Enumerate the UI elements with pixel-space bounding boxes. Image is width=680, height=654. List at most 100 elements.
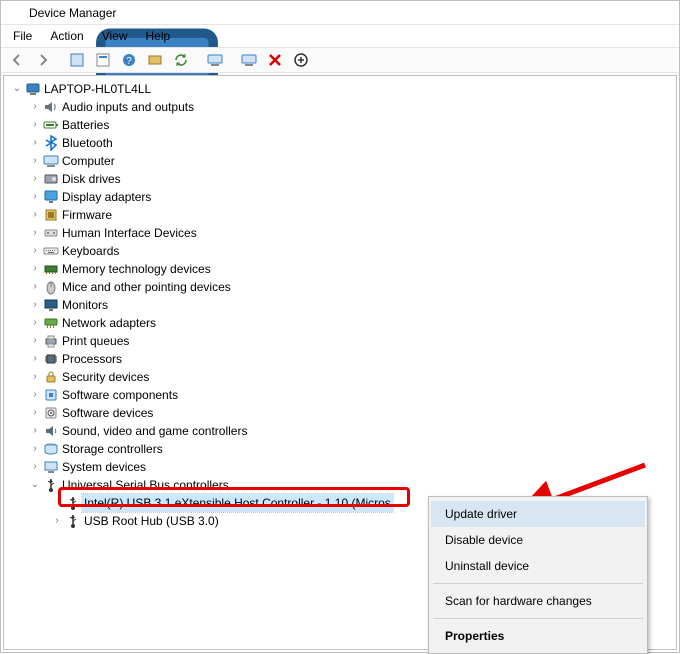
expand-arrow-icon[interactable]: › [28, 440, 42, 458]
keyboard-icon [42, 243, 60, 259]
tree-category[interactable]: ›Keyboards [6, 242, 676, 260]
usb-icon [64, 495, 82, 511]
bluetooth-icon [42, 135, 60, 151]
menu-view[interactable]: View [94, 27, 136, 45]
tree-category[interactable]: ›Processors [6, 350, 676, 368]
expand-arrow-icon[interactable]: › [50, 512, 64, 530]
memory-icon [42, 261, 60, 277]
ctx-properties[interactable]: Properties [431, 623, 645, 649]
uninstall-button[interactable] [237, 49, 261, 71]
tree-category[interactable]: › Network adapters [6, 314, 676, 332]
printer-icon [42, 333, 60, 349]
expand-arrow-icon[interactable]: › [28, 260, 42, 278]
expand-arrow-icon[interactable]: › [28, 332, 42, 350]
expand-arrow-icon[interactable]: › [28, 386, 42, 404]
tree-category[interactable]: › Security devices [6, 368, 676, 386]
toolbar-button-4[interactable] [143, 49, 167, 71]
tree-item-label: Display adapters [60, 188, 153, 206]
tree-category[interactable]: › Display adapters [6, 188, 676, 206]
svg-text:?: ? [126, 56, 132, 67]
tree-root-computer[interactable]: ⌄ LAPTOP-HL0TL4LL [6, 80, 676, 98]
toolbar-button-5[interactable] [169, 49, 193, 71]
tree-item-label: Network adapters [60, 314, 158, 332]
titlebar: Device Manager [1, 1, 679, 25]
ctx-update-driver[interactable]: Update driver [431, 501, 645, 527]
tree-category[interactable]: › Mice and other pointing devices [6, 278, 676, 296]
show-hidden-button[interactable] [65, 49, 89, 71]
expand-arrow-icon[interactable]: › [28, 152, 42, 170]
window-title: Device Manager [29, 6, 116, 20]
menu-action[interactable]: Action [42, 27, 91, 45]
tree-category[interactable]: ›Software devices [6, 404, 676, 422]
expand-arrow-icon[interactable]: › [28, 98, 42, 116]
expand-arrow-icon[interactable]: › [28, 296, 42, 314]
ctx-scan-hardware[interactable]: Scan for hardware changes [431, 588, 645, 614]
tree-item-label: Firmware [60, 206, 114, 224]
hid-icon [42, 225, 60, 241]
tree-item-label: Software components [60, 386, 180, 404]
mouse-icon [42, 279, 60, 295]
firmware-icon [42, 207, 60, 223]
tree-item-label: Mice and other pointing devices [60, 278, 233, 296]
tree-category[interactable]: › Monitors [6, 296, 676, 314]
menu-file[interactable]: File [5, 27, 40, 45]
tree-item-label: Sound, video and game controllers [60, 422, 249, 440]
tree-item-label: Monitors [60, 296, 110, 314]
help-button[interactable]: ? [117, 49, 141, 71]
expand-arrow-icon[interactable]: › [28, 422, 42, 440]
expand-arrow-icon[interactable]: › [28, 170, 42, 188]
expand-arrow-icon[interactable]: › [28, 350, 42, 368]
update-driver-button[interactable] [203, 49, 227, 71]
menu-help[interactable]: Help [138, 27, 179, 45]
ctx-disable-device[interactable]: Disable device [431, 527, 645, 553]
expand-arrow-icon[interactable]: › [28, 134, 42, 152]
tree-category[interactable]: › Firmware [6, 206, 676, 224]
tree-category[interactable]: ›Bluetooth [6, 134, 676, 152]
expand-arrow-icon[interactable]: › [28, 224, 42, 242]
nav-back-button[interactable] [5, 49, 29, 71]
tree-category[interactable]: ›Storage controllers [6, 440, 676, 458]
tree-category[interactable]: ›Batteries [6, 116, 676, 134]
tree-category-usb[interactable]: ⌄Universal Serial Bus controllers [6, 476, 676, 494]
tree-category[interactable]: ›Print queues [6, 332, 676, 350]
expand-arrow-icon[interactable]: › [28, 458, 42, 476]
tree-item-label: Security devices [60, 368, 151, 386]
expand-arrow-icon[interactable]: › [28, 116, 42, 134]
expand-arrow-icon[interactable]: › [28, 188, 42, 206]
expand-arrow-icon[interactable]: › [28, 206, 42, 224]
tree-item-label: Disk drives [60, 170, 123, 188]
speaker-icon [42, 99, 60, 115]
toolbar-button-2[interactable] [91, 49, 115, 71]
menubar: File Action View Help [1, 25, 679, 47]
context-menu: Update driver Disable device Uninstall d… [428, 496, 648, 654]
tree-category[interactable]: › Computer [6, 152, 676, 170]
tree-category[interactable]: ›Audio inputs and outputs [6, 98, 676, 116]
expand-arrow-icon[interactable]: › [28, 368, 42, 386]
tree-category[interactable]: ›System devices [6, 458, 676, 476]
usb-icon [64, 513, 82, 529]
tree-item-label: Memory technology devices [60, 260, 213, 278]
expand-arrow-icon[interactable]: › [28, 314, 42, 332]
expand-arrow-icon[interactable]: ⌄ [28, 476, 42, 494]
disable-button[interactable] [263, 49, 287, 71]
tree-item-label: Computer [60, 152, 117, 170]
expand-arrow-icon[interactable]: ⌄ [10, 80, 24, 98]
nav-forward-button[interactable] [31, 49, 55, 71]
tree-category[interactable]: › Software components [6, 386, 676, 404]
sound-icon [42, 423, 60, 439]
expand-arrow-icon[interactable]: › [28, 278, 42, 296]
tree-category[interactable]: › Sound, video and game controllers [6, 422, 676, 440]
tree-category[interactable]: › Memory technology devices [6, 260, 676, 278]
tree-category[interactable]: ›Human Interface Devices [6, 224, 676, 242]
expand-arrow-icon[interactable]: › [28, 242, 42, 260]
tree-item-label: USB Root Hub (USB 3.0) [82, 512, 221, 530]
ctx-uninstall-device[interactable]: Uninstall device [431, 553, 645, 579]
tree-category[interactable]: › Disk drives [6, 170, 676, 188]
expand-arrow-icon[interactable]: › [28, 404, 42, 422]
cpu-icon [42, 351, 60, 367]
scan-hardware-button[interactable] [289, 49, 313, 71]
toolbar: ? [1, 47, 679, 73]
monitor-icon [42, 297, 60, 313]
tree-item-label: LAPTOP-HL0TL4LL [42, 80, 153, 98]
system-icon [42, 459, 60, 475]
